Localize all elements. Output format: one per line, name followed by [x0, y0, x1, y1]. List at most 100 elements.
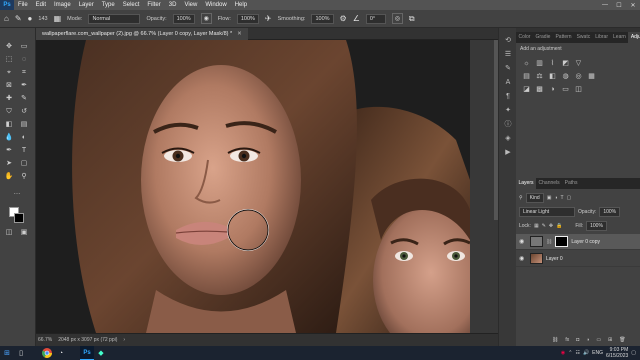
- layer-opacity-input[interactable]: 100%: [599, 206, 621, 217]
- paragraph-panel-icon[interactable]: ¶: [503, 92, 513, 102]
- windows-start-icon[interactable]: ⊞: [0, 346, 14, 360]
- tab-layers[interactable]: Layers: [516, 178, 537, 189]
- menu-3d[interactable]: 3D: [165, 0, 181, 10]
- mask-link-icon[interactable]: ⛓: [546, 239, 552, 245]
- document-canvas[interactable]: [36, 40, 470, 333]
- type-tool-icon[interactable]: T: [19, 146, 29, 156]
- brush-tool-icon[interactable]: ✎: [15, 14, 22, 23]
- path-select-tool-icon[interactable]: ➤: [4, 159, 14, 169]
- brush-settings-icon[interactable]: ▦: [54, 14, 62, 23]
- task-view-icon[interactable]: ▯: [14, 346, 28, 360]
- brush-size[interactable]: 143: [38, 16, 47, 22]
- close-tab-icon[interactable]: ✕: [237, 31, 242, 37]
- tray-app-icon[interactable]: ◉: [561, 350, 565, 356]
- clone-stamp-tool-icon[interactable]: ⛉: [4, 107, 14, 117]
- gradient-tool-icon[interactable]: ▤: [19, 120, 29, 130]
- tab-swatches[interactable]: Swatc: [574, 32, 593, 43]
- lasso-tool-icon[interactable]: ◌: [19, 55, 29, 65]
- volume-icon[interactable]: 🔊: [583, 350, 589, 356]
- menu-edit[interactable]: Edit: [32, 0, 50, 10]
- flow-input[interactable]: 100%: [236, 13, 259, 24]
- angle-input[interactable]: 0°: [365, 13, 386, 24]
- curves-icon[interactable]: ⌇: [548, 59, 557, 68]
- blur-tool-icon[interactable]: 💧: [4, 133, 14, 143]
- airbrush-icon[interactable]: ✈: [265, 14, 272, 23]
- background-color-swatch[interactable]: [14, 213, 24, 223]
- menu-window[interactable]: Window: [201, 0, 230, 10]
- layer-mask-thumbnail[interactable]: [555, 236, 569, 247]
- vibrance-icon[interactable]: ▽: [574, 59, 583, 68]
- hue-saturation-icon[interactable]: ▤: [522, 72, 531, 81]
- maximize-button[interactable]: ☐: [612, 2, 626, 9]
- glyphs-panel-icon[interactable]: ✦: [503, 106, 513, 116]
- eyedropper-tool-icon[interactable]: ✒: [19, 81, 29, 91]
- zoom-tool-icon[interactable]: ⚲: [19, 172, 29, 182]
- artboard-tool-icon[interactable]: ▭: [19, 42, 29, 52]
- menu-type[interactable]: Type: [98, 0, 119, 10]
- color-balance-icon[interactable]: ⚖: [535, 72, 544, 81]
- home-icon[interactable]: ⌂: [4, 14, 9, 23]
- smoothing-input[interactable]: 100%: [311, 13, 334, 24]
- pressure-size-icon[interactable]: ◎: [391, 13, 403, 24]
- delete-layer-icon[interactable]: 🗑: [619, 337, 625, 343]
- layer-thumbnail[interactable]: [530, 236, 543, 247]
- vertical-scrollbar[interactable]: [470, 40, 498, 333]
- menu-select[interactable]: Select: [119, 0, 144, 10]
- menu-layer[interactable]: Layer: [75, 0, 98, 10]
- tab-learn[interactable]: Learn: [611, 32, 629, 43]
- brush-preset-icon[interactable]: ●: [28, 14, 33, 23]
- symmetry-icon[interactable]: ⧉: [409, 14, 415, 24]
- new-group-icon[interactable]: ▭: [596, 337, 601, 343]
- filter-shape-icon[interactable]: ▢: [567, 195, 572, 201]
- properties-panel-icon[interactable]: ☰: [503, 50, 513, 60]
- app-taskbar-icon[interactable]: ◆: [94, 346, 108, 360]
- photo-filter-icon[interactable]: ◍: [561, 72, 570, 81]
- gradient-map-icon[interactable]: ▭: [561, 85, 570, 94]
- zoom-level[interactable]: 66.7%: [38, 337, 52, 343]
- frame-tool-icon[interactable]: ⊠: [4, 81, 14, 91]
- posterize-icon[interactable]: ▩: [535, 85, 544, 94]
- language-indicator[interactable]: ENG: [592, 350, 603, 356]
- visibility-eye-icon[interactable]: ◉: [519, 238, 527, 245]
- photoshop-taskbar-icon[interactable]: Ps: [80, 346, 94, 360]
- layer-style-icon[interactable]: fx: [565, 337, 569, 343]
- new-layer-icon[interactable]: ⊞: [608, 337, 612, 343]
- brightness-contrast-icon[interactable]: ☼: [522, 59, 531, 68]
- layer-row[interactable]: ◉ ⛓ Layer 0 copy: [516, 234, 640, 250]
- quick-mask-icon[interactable]: ◫: [4, 228, 14, 238]
- levels-icon[interactable]: ▥: [535, 59, 544, 68]
- actions-panel-icon[interactable]: ▶: [503, 148, 513, 158]
- healing-brush-tool-icon[interactable]: ✚: [4, 94, 14, 104]
- canvas-area[interactable]: [36, 40, 498, 333]
- screen-mode-icon[interactable]: ▣: [19, 228, 29, 238]
- mode-select[interactable]: Normal: [88, 13, 141, 24]
- channel-mixer-icon[interactable]: ◎: [574, 72, 583, 81]
- filter-kind-select[interactable]: Kind: [525, 192, 544, 203]
- document-tab[interactable]: wallpaperflare.com_wallpaper (2).jpg @ 6…: [36, 28, 248, 40]
- filter-type-icon[interactable]: T: [560, 195, 563, 201]
- menu-file[interactable]: File: [14, 0, 32, 10]
- new-adjustment-icon[interactable]: ◑: [586, 337, 589, 343]
- selective-color-icon[interactable]: ◫: [574, 85, 583, 94]
- invert-icon[interactable]: ◪: [522, 85, 531, 94]
- history-panel-icon[interactable]: ⟲: [503, 36, 513, 46]
- layer-row[interactable]: ◉ Layer 0: [516, 251, 640, 267]
- link-layers-icon[interactable]: ⛓: [552, 337, 558, 343]
- quick-select-tool-icon[interactable]: ⌖: [4, 68, 14, 78]
- character-panel-icon[interactable]: A: [503, 78, 513, 88]
- add-mask-icon[interactable]: ◘: [576, 337, 579, 343]
- brush-panel-icon[interactable]: ✎: [503, 64, 513, 74]
- info-panel-icon[interactable]: ⓘ: [503, 120, 513, 130]
- pressure-opacity-icon[interactable]: ◉: [200, 13, 212, 24]
- tab-color[interactable]: Color: [516, 32, 533, 43]
- black-white-icon[interactable]: ◧: [548, 72, 557, 81]
- filter-pixel-icon[interactable]: ▣: [547, 195, 552, 201]
- rectangle-tool-icon[interactable]: ▢: [19, 159, 29, 169]
- navigator-panel-icon[interactable]: ◈: [503, 134, 513, 144]
- lock-position-icon[interactable]: ✥: [549, 223, 553, 229]
- blend-mode-select[interactable]: Linear Light: [519, 206, 575, 217]
- network-icon[interactable]: ☷: [575, 350, 579, 356]
- more-tools-icon[interactable]: …: [12, 188, 22, 198]
- menu-help[interactable]: Help: [231, 0, 251, 10]
- move-tool-icon[interactable]: ✥: [4, 42, 14, 52]
